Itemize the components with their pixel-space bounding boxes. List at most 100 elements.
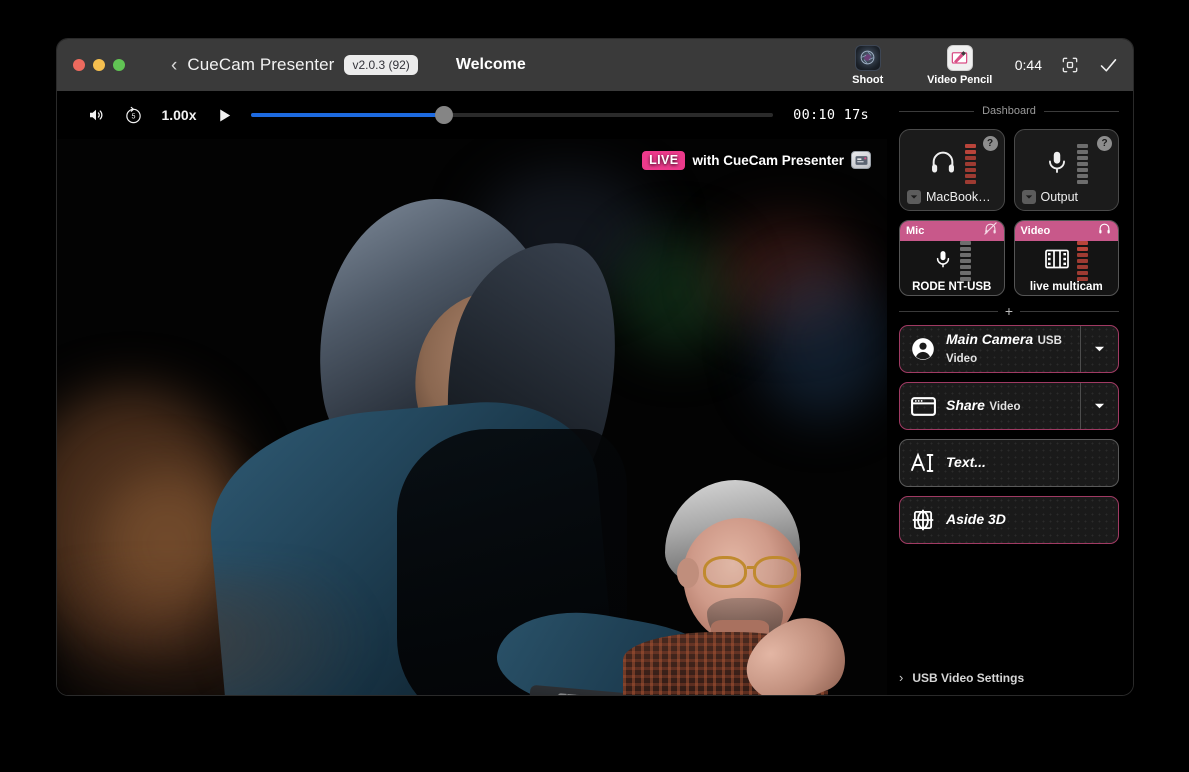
timecode-display: 00:10 17s — [793, 107, 869, 123]
level-meter — [1077, 144, 1088, 184]
source-text: Aside 3D — [946, 511, 1118, 529]
cube-3d-icon — [900, 507, 946, 533]
presenter-overlay — [615, 480, 845, 695]
document-title: Welcome — [456, 56, 526, 74]
source-text: Text... — [946, 454, 1118, 472]
live-overlay: LIVE with CueCam Presenter — [642, 151, 871, 170]
player-column: 5 1.00x 00:10 17s — [57, 91, 887, 695]
live-caption: with CueCam Presenter — [692, 153, 844, 168]
io-card-body — [1015, 241, 1119, 281]
dashboard-panel: Dashboard ? — [887, 91, 1133, 695]
foreground-glow — [57, 569, 377, 695]
dashboard-label: Dashboard — [982, 105, 1036, 117]
io-card-header: Video — [1015, 221, 1119, 241]
level-meter — [965, 144, 976, 184]
transport-bar: 5 1.00x 00:10 17s — [57, 91, 887, 139]
source-title: Aside 3D — [946, 511, 1006, 527]
titlebar-tools: Shoot Video Pencil 0:44 — [831, 45, 1119, 86]
glasses-lens-left — [703, 556, 747, 588]
source-item-share[interactable]: Share Video — [899, 382, 1119, 430]
minimize-button[interactable] — [93, 59, 105, 71]
divider — [899, 311, 998, 312]
person-circle-icon — [900, 336, 946, 362]
divider — [1020, 311, 1119, 312]
source-item-aside-3d[interactable]: Aside 3D — [899, 496, 1119, 544]
dropdown-icon[interactable] — [1022, 190, 1036, 204]
io-card-mic[interactable]: Mic — [899, 220, 1005, 296]
shoot-label: Shoot — [852, 74, 883, 86]
help-badge[interactable]: ? — [983, 136, 998, 151]
source-subtitle: Video — [989, 401, 1020, 413]
help-badge[interactable]: ? — [1097, 136, 1112, 151]
device-name: Output — [1041, 190, 1079, 204]
app-title: CueCam Presenter — [187, 55, 334, 75]
film-strip-icon — [1044, 248, 1070, 275]
dropdown-icon[interactable] — [907, 190, 921, 204]
source-title: Text... — [946, 454, 986, 470]
presenter-ear — [677, 558, 699, 588]
source-text: Share Video — [946, 397, 1080, 415]
cuecam-app-icon — [851, 151, 871, 169]
device-card-row: ? — [899, 129, 1119, 211]
window-body: 5 1.00x 00:10 17s — [57, 91, 1133, 695]
device-card-footer: Output — [1022, 190, 1112, 204]
io-card-body — [900, 241, 1004, 281]
glasses-lens-right — [753, 556, 797, 588]
device-card-headphones[interactable]: ? — [899, 129, 1005, 211]
device-card-footer: MacBook… — [907, 190, 997, 204]
device-card-output[interactable]: ? — [1014, 129, 1120, 211]
source-title: Main Camera — [946, 331, 1033, 347]
slider-fill — [251, 113, 444, 117]
shoot-button[interactable]: Shoot — [831, 45, 905, 86]
checkmark-icon[interactable] — [1098, 55, 1119, 76]
io-card-title: Mic — [906, 225, 924, 237]
progress-slider[interactable] — [251, 106, 773, 124]
video-stage[interactable]: LIVE with CueCam Presenter — [57, 139, 887, 695]
scan-frame-icon[interactable] — [1060, 55, 1080, 75]
slider-thumb[interactable] — [435, 106, 453, 124]
io-card-video[interactable]: Video — [1014, 220, 1120, 296]
headphones-icon[interactable] — [1097, 221, 1112, 241]
microphone-icon — [1044, 148, 1070, 181]
titlebar: ‹ CueCam Presenter v2.0.3 (92) Welcome S… — [57, 39, 1133, 91]
source-item-main-camera[interactable]: Main Camera USB Video — [899, 325, 1119, 373]
video-pencil-button[interactable]: Video Pencil — [923, 45, 997, 86]
close-button[interactable] — [73, 59, 85, 71]
add-source-separator[interactable]: + — [899, 304, 1119, 318]
io-card-header: Mic — [900, 221, 1004, 241]
live-badge: LIVE — [642, 151, 685, 170]
io-card-device-name: live multicam — [1015, 281, 1119, 296]
io-card-device-name: RODE NT-USB — [900, 281, 1004, 296]
video-pencil-icon — [947, 45, 973, 71]
io-card-row: Mic — [899, 220, 1119, 296]
session-timer: 0:44 — [1015, 57, 1042, 73]
plus-icon[interactable]: + — [1005, 304, 1013, 318]
presenter-glasses — [703, 556, 813, 588]
headphones-muted-icon[interactable] — [983, 221, 998, 241]
skip-back-5-icon[interactable]: 5 — [113, 106, 153, 125]
chevron-down-icon[interactable] — [1080, 326, 1118, 372]
level-meter — [1077, 241, 1088, 281]
divider — [1044, 111, 1119, 112]
stage-light — [757, 269, 887, 419]
window-share-icon — [900, 395, 946, 418]
maximize-button[interactable] — [113, 59, 125, 71]
level-meter — [960, 241, 971, 281]
usb-video-settings-row[interactable]: › USB Video Settings — [899, 658, 1119, 685]
speaker-wave-icon[interactable] — [79, 106, 113, 124]
source-item-text[interactable]: Text... — [899, 439, 1119, 487]
divider — [899, 111, 974, 112]
device-name: MacBook… — [926, 190, 991, 204]
play-icon[interactable] — [205, 106, 243, 125]
usb-video-settings-label: USB Video Settings — [912, 671, 1024, 685]
window-controls[interactable] — [73, 59, 125, 71]
app-window: ‹ CueCam Presenter v2.0.3 (92) Welcome S… — [56, 38, 1134, 696]
chevron-down-icon[interactable] — [1080, 383, 1118, 429]
chevron-right-icon[interactable]: › — [899, 670, 903, 685]
source-title: Share — [946, 397, 985, 413]
playback-speed[interactable]: 1.00x — [153, 107, 205, 123]
version-badge[interactable]: v2.0.3 (92) — [344, 55, 417, 75]
headphones-icon — [928, 148, 958, 181]
chevron-left-icon[interactable]: ‹ — [171, 56, 177, 75]
source-list: Main Camera USB Video — [899, 325, 1119, 544]
